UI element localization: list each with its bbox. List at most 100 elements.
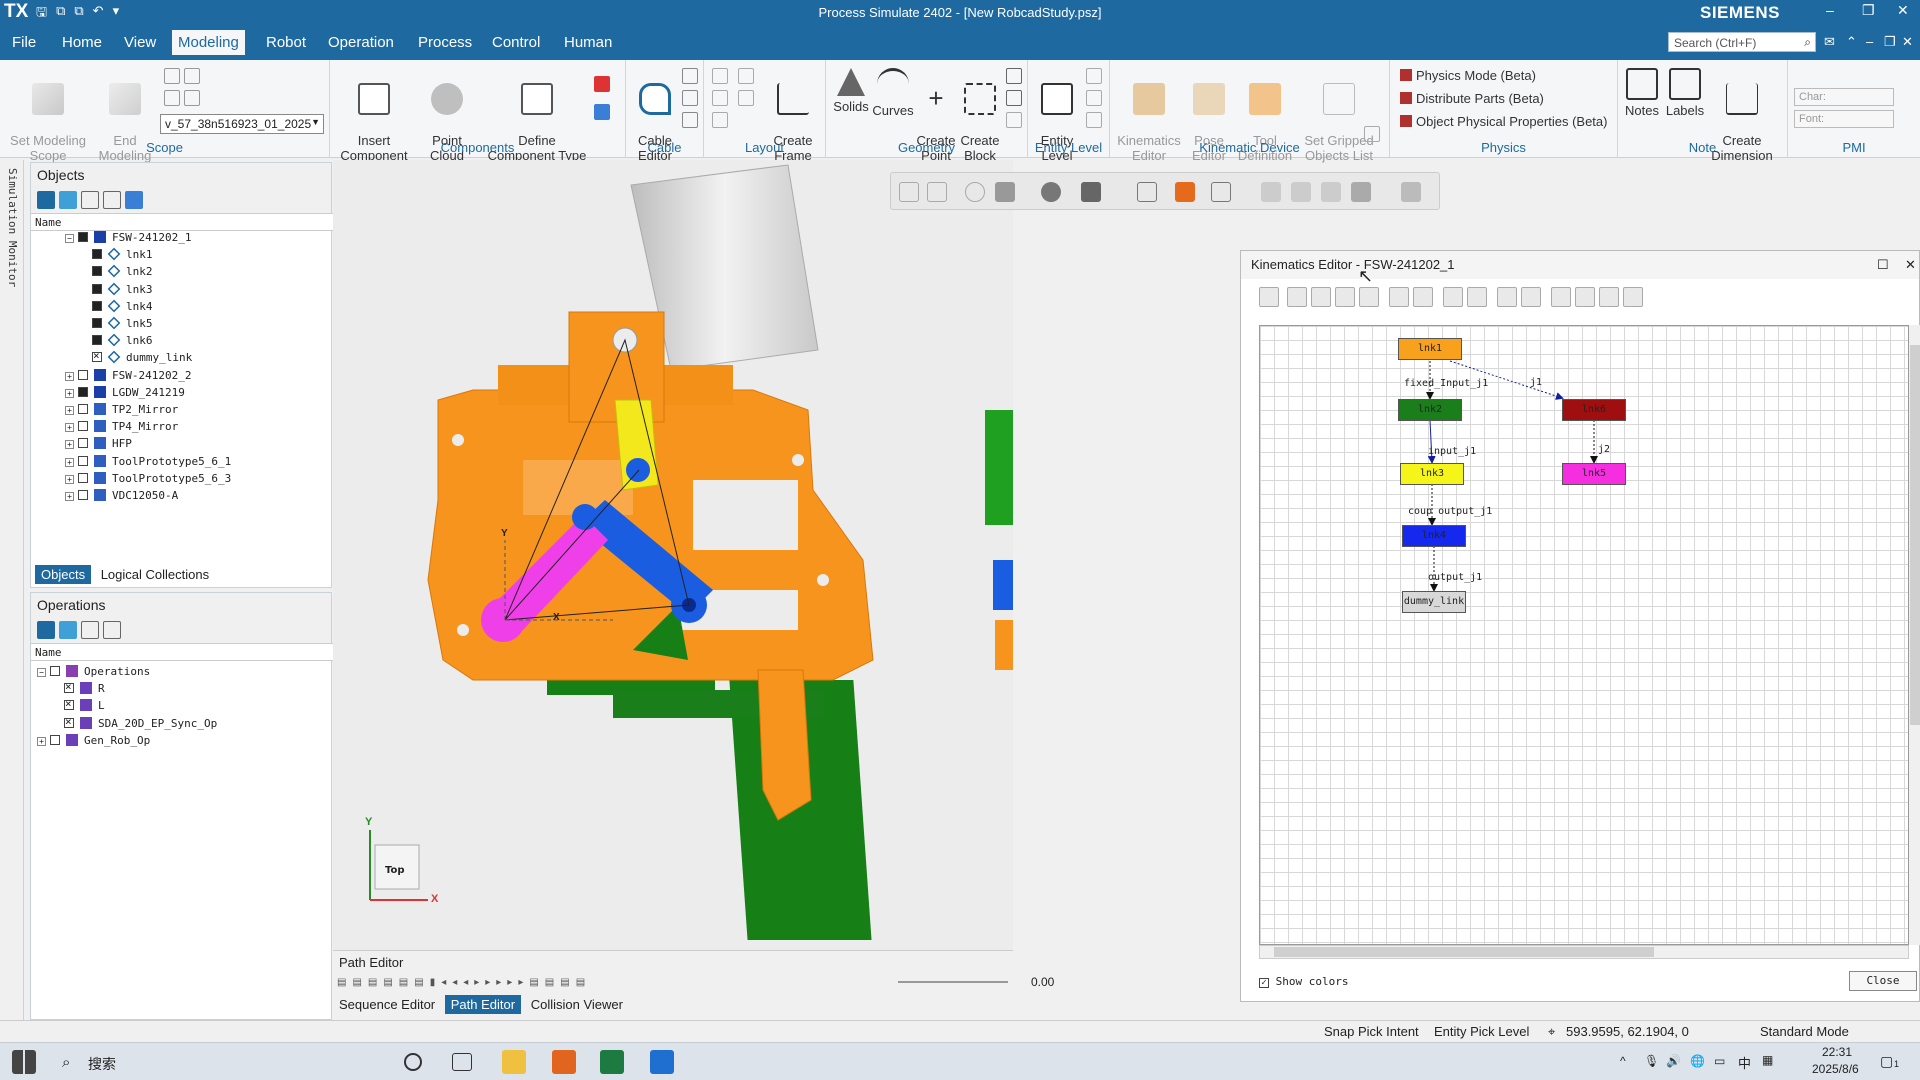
render-mode-icon[interactable] [1041, 182, 1061, 202]
menu-process[interactable]: Process [418, 34, 472, 51]
chat-icon[interactable]: ✉ [1824, 34, 1835, 50]
scope-tool-icon[interactable] [164, 68, 180, 84]
time-slider[interactable] [898, 981, 1008, 983]
network-icon[interactable]: 🌐 [1690, 1054, 1705, 1068]
snap-icon[interactable] [1321, 182, 1341, 202]
search-icon[interactable]: ⌕ [1804, 35, 1811, 50]
tree-row[interactable]: + ToolPrototype5_6_1 [65, 454, 231, 473]
layout-icon[interactable] [1497, 287, 1517, 307]
show-colors-checkbox[interactable]: ✓ Show colors [1259, 975, 1348, 988]
link-tool-icon[interactable] [1359, 287, 1379, 307]
scope-dropdown[interactable]: v_57_38n516923_01_2025 ▼ [160, 114, 324, 134]
expand-icon[interactable]: + [65, 423, 74, 433]
tab-path-editor[interactable]: Path Editor [444, 995, 522, 1014]
curves-button[interactable]: Curves [872, 68, 914, 118]
menu-view[interactable]: View [124, 34, 156, 51]
hierarchy-icon[interactable] [81, 621, 99, 639]
object-physical-properties-button[interactable]: Object Physical Properties (Beta) [1400, 114, 1607, 129]
3d-viewport[interactable]: Top Y X Y X [333, 160, 1013, 950]
geometry-tool-icon[interactable] [1006, 68, 1022, 84]
sync-icon[interactable] [37, 191, 55, 209]
distribute-parts-button[interactable]: Distribute Parts (Beta) [1400, 91, 1544, 106]
display-toggle-checkbox[interactable] [78, 369, 88, 380]
layout-tool-icon[interactable] [738, 90, 754, 106]
node-lnk6[interactable]: lnk6 [1562, 399, 1626, 421]
tree-row[interactable]: lnk1 [79, 247, 153, 266]
menu-operation[interactable]: Operation [328, 34, 394, 51]
simulation-monitor-tab[interactable]: Simulation Monitor [0, 160, 24, 1020]
link-tool-icon[interactable] [1287, 287, 1307, 307]
scope-tool-icon[interactable] [184, 90, 200, 106]
display-toggle-checkbox[interactable] [92, 349, 102, 363]
display-toggle-checkbox[interactable] [92, 318, 102, 328]
component-tool-icon[interactable] [594, 76, 610, 92]
file-explorer-icon[interactable] [502, 1050, 526, 1074]
display-toggle-checkbox[interactable] [64, 697, 74, 711]
node-lnk4[interactable]: lnk4 [1402, 525, 1466, 547]
display-toggle-checkbox[interactable] [78, 455, 88, 466]
solids-button[interactable]: Solids [830, 68, 872, 114]
layout-icon[interactable] [1521, 287, 1541, 307]
labels-button[interactable]: Labels [1664, 68, 1706, 118]
tree-row[interactable]: + LGDW_241219 [65, 385, 185, 404]
kinematic-graph[interactable]: lnk1 lnk2 lnk3 lnk4 lnk5 lnk6 dummy_link… [1259, 325, 1909, 945]
entity-tool-icon[interactable] [1086, 112, 1102, 128]
physics-mode-button[interactable]: Physics Mode (Beta) [1400, 68, 1536, 83]
display-toggle-checkbox[interactable] [78, 472, 88, 483]
display-toggle-checkbox[interactable] [78, 386, 88, 397]
measure-icon[interactable] [1291, 182, 1311, 202]
display-toggle-checkbox[interactable] [92, 300, 102, 311]
scroll-thumb[interactable] [1910, 345, 1920, 725]
mdi-minimize-icon[interactable]: – [1866, 34, 1873, 49]
expand-icon[interactable]: + [65, 440, 74, 450]
menu-control[interactable]: Control [492, 34, 540, 51]
tree-row[interactable]: lnk6 [79, 333, 153, 352]
zoom-fit-icon[interactable] [899, 182, 919, 202]
task-view-icon[interactable] [452, 1053, 472, 1071]
selection-icon[interactable] [1211, 182, 1231, 202]
expand-icon[interactable]: + [65, 388, 74, 398]
playback-controls[interactable]: ▤▤▤▤▤▤▮◂◂◂▸▸▸▸▸▤▤▤▤ [337, 977, 797, 989]
expand-icon[interactable]: + [65, 457, 74, 467]
tree-row[interactable]: lnk4 [79, 299, 153, 318]
tree-row[interactable]: + FSW-241202_2 [65, 368, 191, 387]
delete-icon[interactable] [1467, 287, 1487, 307]
windows-start-icon[interactable] [12, 1050, 36, 1074]
joint-tool-icon[interactable] [1389, 287, 1409, 307]
display-mode-icon[interactable] [1081, 182, 1101, 202]
expand-icon[interactable]: + [65, 371, 74, 381]
display-toggle-checkbox[interactable] [92, 335, 102, 346]
display-toggle-checkbox[interactable] [92, 266, 102, 277]
mdi-restore-icon[interactable]: ❐ [1884, 34, 1896, 50]
char-field[interactable]: Char: [1794, 88, 1894, 106]
collapse-ribbon-icon[interactable]: ⌃ [1846, 34, 1857, 50]
battery-icon[interactable]: ▭ [1714, 1054, 1725, 1068]
create-link-icon[interactable] [1259, 287, 1279, 307]
entity-pick-level[interactable]: Entity Pick Level [1434, 1024, 1529, 1039]
tab-logical-collections[interactable]: Logical Collections [95, 565, 215, 584]
snap-pick-intent[interactable]: Snap Pick Intent [1324, 1024, 1419, 1039]
link-tool-icon[interactable] [1311, 287, 1331, 307]
search-icon[interactable]: ⌕ [62, 1054, 70, 1071]
layout-tool-icon[interactable] [738, 68, 754, 84]
graph-hscrollbar[interactable] [1259, 945, 1909, 959]
dialog-launcher-icon[interactable] [1364, 126, 1380, 142]
filter-icon[interactable] [125, 191, 143, 209]
scope-tool-icon[interactable] [164, 90, 180, 106]
link-tool-icon[interactable] [1335, 287, 1355, 307]
maximize-icon[interactable]: ☐ [1877, 257, 1889, 273]
font-field[interactable]: Font: [1794, 110, 1894, 128]
component-tool-icon[interactable] [594, 104, 610, 120]
tree-row[interactable]: lnk5 [79, 316, 153, 335]
display-toggle-checkbox[interactable] [64, 680, 74, 694]
geometry-tool-icon[interactable] [1006, 112, 1022, 128]
display-toggle-checkbox[interactable] [78, 438, 88, 449]
display-toggle-checkbox[interactable] [78, 232, 88, 242]
layout-tool-icon[interactable] [712, 90, 728, 106]
collapse-icon[interactable]: − [65, 234, 74, 243]
view-orientation-icon[interactable] [995, 182, 1015, 202]
ime-indicator[interactable]: 中 [1738, 1053, 1751, 1072]
display-toggle-checkbox[interactable] [50, 734, 60, 745]
display-toggle-checkbox[interactable] [78, 490, 88, 500]
excel-icon[interactable] [600, 1050, 624, 1074]
